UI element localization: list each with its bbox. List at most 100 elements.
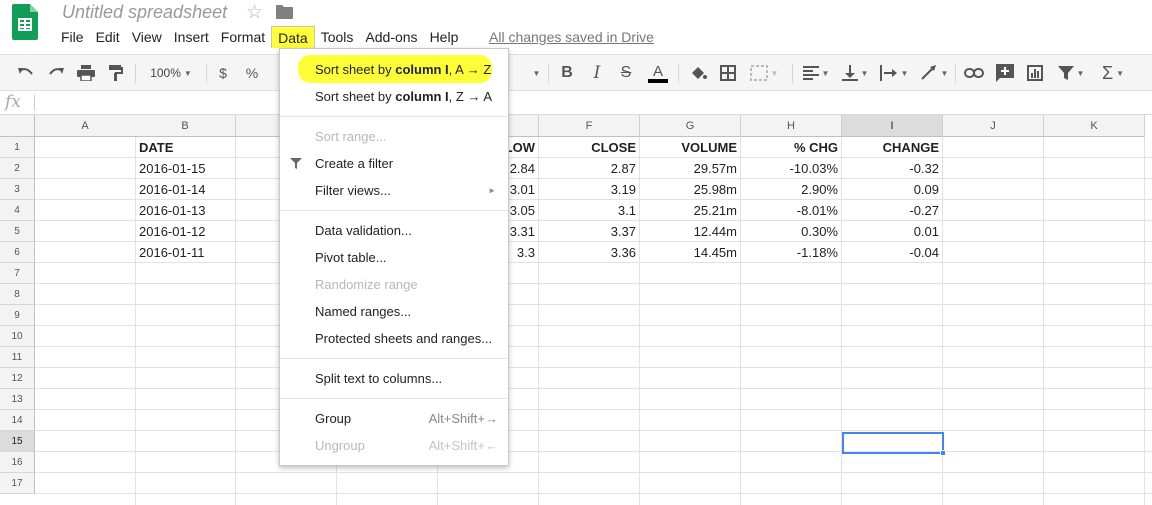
cell-i2[interactable]: -0.32 <box>842 158 939 179</box>
row-header-9[interactable]: 9 <box>0 305 35 326</box>
cell-h2[interactable]: -10.03% <box>741 158 838 179</box>
save-status-link[interactable]: All changes saved in Drive <box>489 29 654 45</box>
cell-i5[interactable]: 0.01 <box>842 221 939 242</box>
insert-chart-icon[interactable] <box>1024 63 1046 83</box>
cell-f6[interactable]: 3.36 <box>539 242 636 263</box>
column-header-j[interactable]: J <box>943 115 1044 137</box>
menu-file[interactable]: File <box>55 26 90 48</box>
menu-data[interactable]: Data <box>271 26 315 48</box>
print-icon[interactable] <box>76 63 96 83</box>
cell-b3[interactable]: 2016-01-14 <box>139 179 206 200</box>
row-header-14[interactable]: 14 <box>0 410 35 431</box>
cell-b5[interactable]: 2016-01-12 <box>139 221 206 242</box>
cell-f3[interactable]: 3.19 <box>539 179 636 200</box>
select-all-corner[interactable] <box>0 115 35 137</box>
insert-link-icon[interactable] <box>963 63 985 83</box>
menu-item-create-filter[interactable]: Create a filter <box>280 152 508 176</box>
menu-item-ungroup[interactable]: Ungroup Alt+Shift+← <box>280 434 508 458</box>
sheets-logo-icon[interactable] <box>12 4 38 40</box>
cell-g1[interactable]: VOLUME <box>640 137 737 158</box>
vertical-align-icon[interactable]: ▼ <box>840 63 870 83</box>
format-percent-button[interactable]: % <box>243 63 261 83</box>
row-header-13[interactable]: 13 <box>0 389 35 410</box>
filter-icon[interactable]: ▼ <box>1055 63 1087 83</box>
menu-item-filter-views[interactable]: Filter views... ► <box>280 179 508 203</box>
redo-icon[interactable] <box>46 63 66 83</box>
font-size-dropdown[interactable]: ▼ <box>528 63 542 83</box>
menu-item-sort-za[interactable]: Sort sheet by column I, Z → A <box>280 85 508 109</box>
cell-b6[interactable]: 2016-01-11 <box>139 242 205 263</box>
merge-cells-icon[interactable]: ▼ <box>748 63 780 83</box>
row-header-4[interactable]: 4 <box>0 200 35 221</box>
document-title[interactable]: Untitled spreadsheet <box>62 2 227 23</box>
cell-h3[interactable]: 2.90% <box>741 179 838 200</box>
row-header-5[interactable]: 5 <box>0 221 35 242</box>
menu-addons[interactable]: Add-ons <box>359 26 423 48</box>
row-header-2[interactable]: 2 <box>0 158 35 179</box>
format-currency-button[interactable]: $ <box>214 63 232 83</box>
functions-icon[interactable]: Σ ▼ <box>1097 63 1129 83</box>
cell-g2[interactable]: 29.57m <box>640 158 737 179</box>
cell-g3[interactable]: 25.98m <box>640 179 737 200</box>
menu-item-pivot-table[interactable]: Pivot table... <box>280 246 508 270</box>
column-header-h[interactable]: H <box>741 115 842 137</box>
cell-i3[interactable]: 0.09 <box>842 179 939 200</box>
folder-icon[interactable] <box>276 5 293 19</box>
fill-color-icon[interactable] <box>688 63 708 83</box>
column-header-g[interactable]: G <box>640 115 741 137</box>
menu-item-sort-az[interactable]: Sort sheet by column I, A → Z <box>280 58 508 82</box>
cell-i4[interactable]: -0.27 <box>842 200 939 221</box>
menu-item-named-ranges[interactable]: Named ranges... <box>280 300 508 324</box>
row-header-11[interactable]: 11 <box>0 347 35 368</box>
row-header-8[interactable]: 8 <box>0 284 35 305</box>
row-header-16[interactable]: 16 <box>0 452 35 473</box>
menu-edit[interactable]: Edit <box>90 26 126 48</box>
cell-h5[interactable]: 0.30% <box>741 221 838 242</box>
row-header-3[interactable]: 3 <box>0 179 35 200</box>
row-header-15[interactable]: 15 <box>0 431 35 452</box>
text-color-icon[interactable]: A <box>647 63 669 83</box>
row-header-17[interactable]: 17 <box>0 473 35 494</box>
column-header-i[interactable]: I <box>842 115 943 137</box>
cell-i1[interactable]: CHANGE <box>842 137 939 158</box>
cell-b1[interactable]: DATE <box>139 137 173 158</box>
italic-icon[interactable]: I <box>587 63 607 83</box>
menu-item-group[interactable]: Group Alt+Shift+→ <box>280 407 508 431</box>
menu-insert[interactable]: Insert <box>168 26 215 48</box>
row-header-1[interactable]: 1 <box>0 137 35 158</box>
column-header-b[interactable]: B <box>135 115 236 137</box>
cell-h1[interactable]: % CHG <box>741 137 838 158</box>
star-icon[interactable]: ☆ <box>246 1 263 24</box>
cell-h4[interactable]: -8.01% <box>741 200 838 221</box>
row-header-10[interactable]: 10 <box>0 326 35 347</box>
menu-view[interactable]: View <box>126 26 168 48</box>
menu-item-protected-sheets[interactable]: Protected sheets and ranges... <box>280 327 508 351</box>
menu-format[interactable]: Format <box>215 26 271 48</box>
menu-help[interactable]: Help <box>424 26 465 48</box>
text-wrap-icon[interactable]: ▼ <box>878 63 910 83</box>
strikethrough-icon[interactable]: S <box>616 63 636 83</box>
cell-b2[interactable]: 2016-01-15 <box>139 158 206 179</box>
cell-f1[interactable]: CLOSE <box>539 137 636 158</box>
formula-bar[interactable]: fx <box>0 91 1152 115</box>
cell-b4[interactable]: 2016-01-13 <box>139 200 206 221</box>
fill-handle[interactable] <box>940 450 946 456</box>
selected-cell[interactable] <box>842 432 944 454</box>
row-header-12[interactable]: 12 <box>0 368 35 389</box>
cell-f5[interactable]: 3.37 <box>539 221 636 242</box>
menu-item-randomize-range[interactable]: Randomize range <box>280 273 508 297</box>
spreadsheet-grid[interactable]: ABCDEFGHIJK1234567891011121314151617DATE… <box>0 115 1152 505</box>
row-header-6[interactable]: 6 <box>0 242 35 263</box>
text-rotation-icon[interactable]: ▼ <box>918 63 950 83</box>
column-header-f[interactable]: F <box>539 115 640 137</box>
row-header-7[interactable]: 7 <box>0 263 35 284</box>
menu-item-split-text[interactable]: Split text to columns... <box>280 367 508 391</box>
paint-format-icon[interactable] <box>106 63 126 83</box>
undo-icon[interactable] <box>16 63 36 83</box>
zoom-select[interactable]: 100% ▼ <box>146 63 196 83</box>
menu-item-data-validation[interactable]: Data validation... <box>280 219 508 243</box>
borders-icon[interactable] <box>718 63 738 83</box>
menu-item-sort-range[interactable]: Sort range... <box>280 125 508 149</box>
cell-i6[interactable]: -0.04 <box>842 242 939 263</box>
menu-tools[interactable]: Tools <box>315 26 360 48</box>
